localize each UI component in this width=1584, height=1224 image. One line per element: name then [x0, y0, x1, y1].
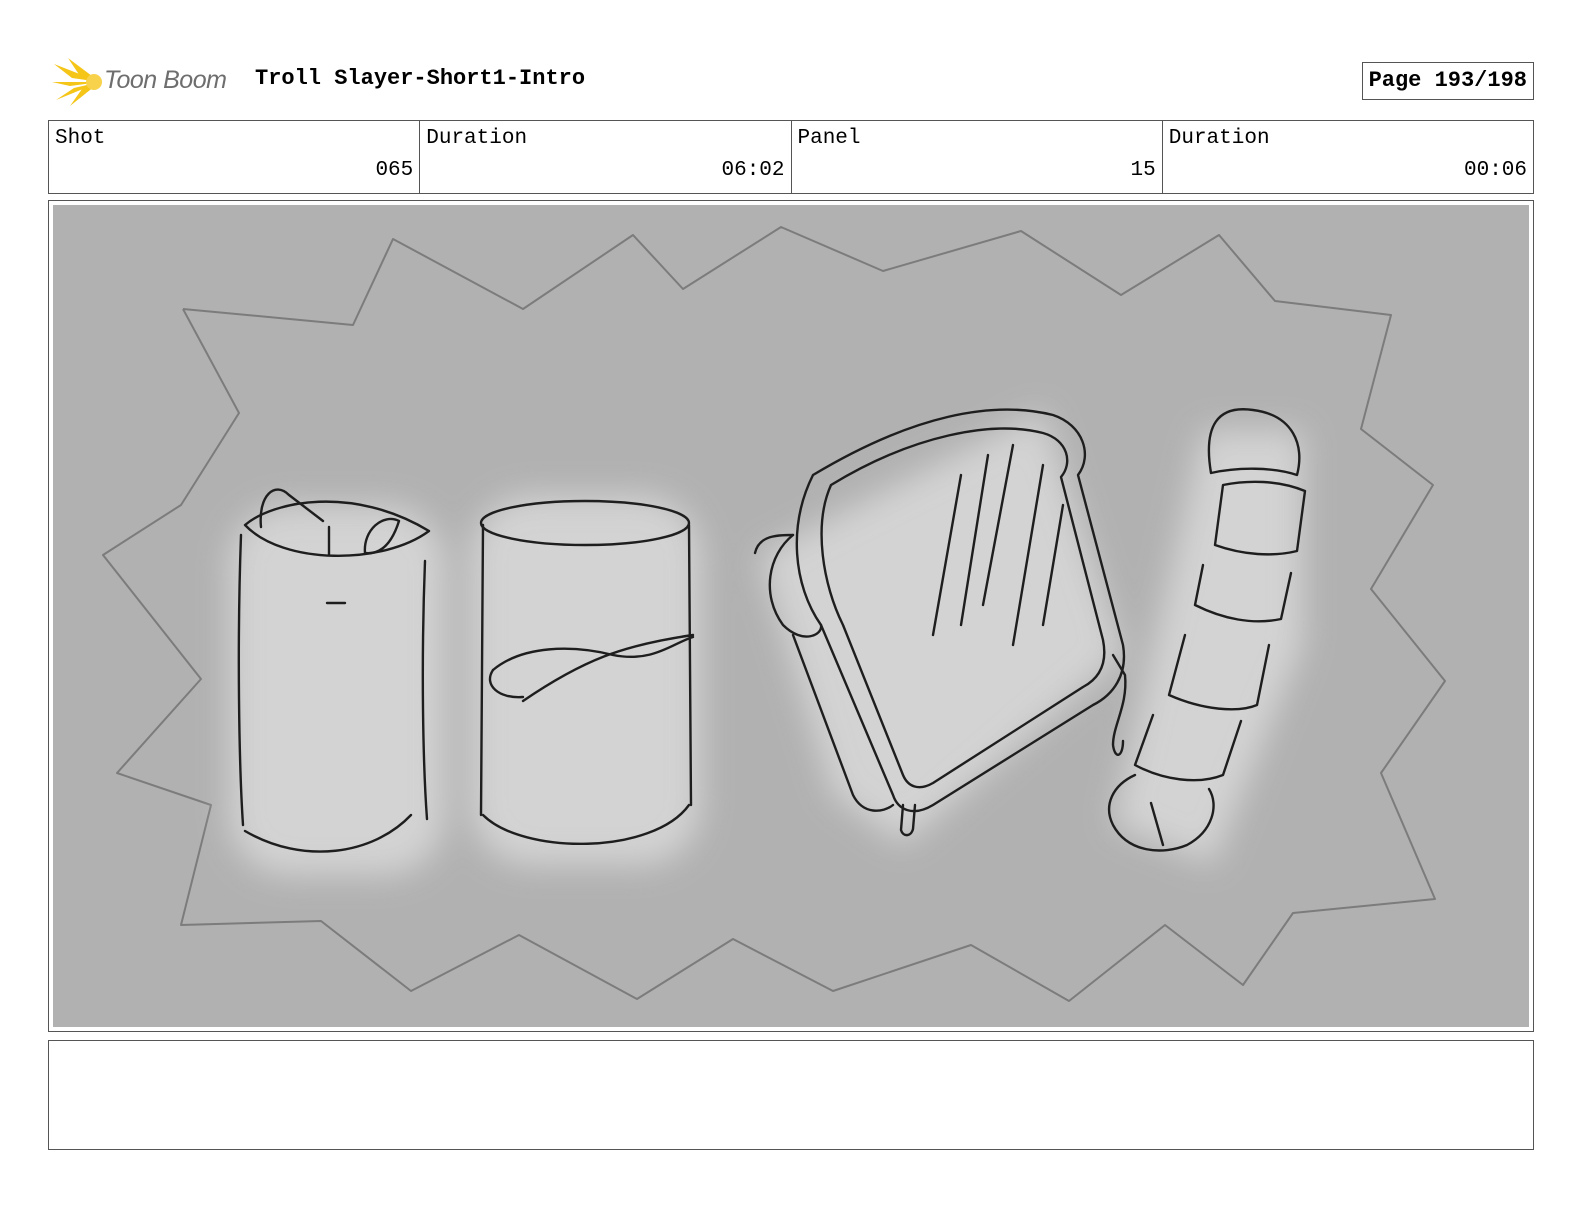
storyboard-panel-image [53, 205, 1529, 1027]
project-title: Troll Slayer-Short1-Intro [255, 66, 586, 91]
panel-cell: Panel 15 [792, 121, 1163, 193]
shot-label: Shot [55, 127, 106, 150]
storyboard-panel-frame [48, 200, 1534, 1032]
panel-duration-cell: Duration 00:06 [1163, 121, 1533, 193]
object-glows [229, 410, 1303, 875]
toon-boom-logo: Toon Boom [50, 56, 240, 108]
shot-value: 065 [375, 159, 414, 182]
panel-value: 15 [1130, 159, 1156, 182]
page-indicator: Page 193/198 [1361, 62, 1534, 100]
panel-duration-value: 00:06 [1463, 159, 1527, 182]
toon-boom-flame-icon [52, 58, 102, 106]
panel-notes-box [48, 1040, 1534, 1150]
shot-duration-label: Duration [426, 127, 528, 150]
panel-label: Panel [797, 127, 861, 150]
storyboard-header: Toon Boom Troll Slayer-Short1-Intro Page… [50, 54, 1534, 110]
panel-duration-label: Duration [1168, 127, 1270, 150]
shot-duration-value: 06:02 [721, 159, 785, 182]
logo-text: Toon Boom [104, 66, 227, 94]
panel-sketch [102, 226, 1446, 1002]
shot-info-row: Shot 065 Duration 06:02 Panel 15 Duratio… [48, 120, 1534, 194]
shot-duration-cell: Duration 06:02 [420, 121, 792, 193]
shot-cell: Shot 065 [49, 121, 421, 193]
